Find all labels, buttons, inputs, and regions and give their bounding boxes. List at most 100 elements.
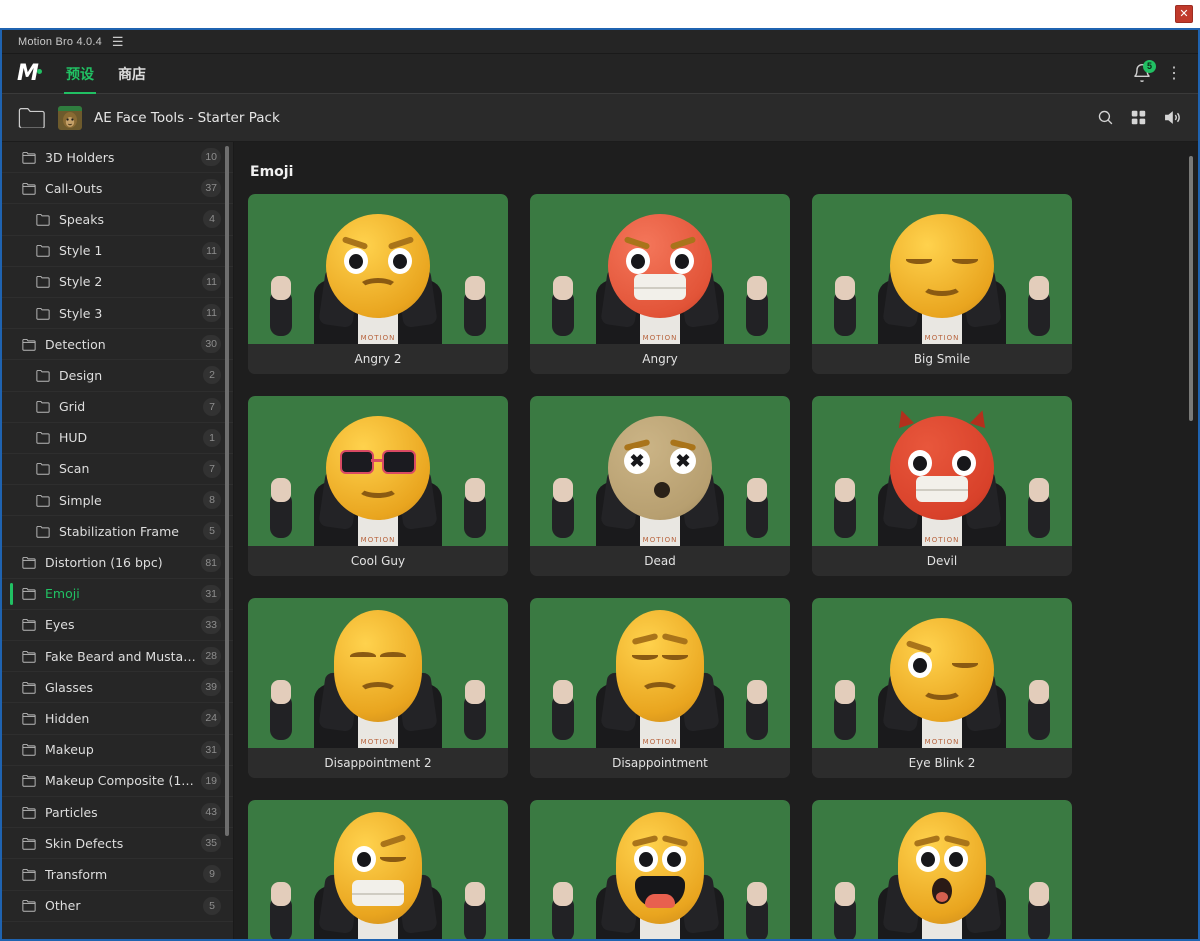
- fist-left: [835, 882, 855, 906]
- shirt-print: MOTION: [360, 738, 396, 746]
- sidebar-item-distortion-16-bpc[interactable]: Distortion (16 bpc) 81: [2, 547, 233, 579]
- eye-right: [380, 854, 406, 862]
- preset-card[interactable]: MOTION Angry 2: [248, 194, 508, 374]
- sidebar-item-hidden[interactable]: Hidden 24: [2, 703, 233, 735]
- folder-icon: [36, 213, 50, 226]
- preset-thumbnail[interactable]: MOTION: [530, 598, 790, 748]
- tab-store-label: 商店: [118, 66, 146, 83]
- sidebar-item-accent: [10, 208, 13, 230]
- sidebar-item-call-outs[interactable]: Call-Outs 37: [2, 173, 233, 205]
- sidebar-item-style-2[interactable]: Style 2 11: [2, 267, 233, 298]
- fist-right: [747, 478, 767, 502]
- sidebar-item-label: Fake Beard and Mustache: [45, 648, 202, 664]
- emoji-head: [326, 416, 430, 520]
- sidebar-item-detection[interactable]: Detection 30: [2, 329, 233, 361]
- preset-thumbnail[interactable]: MOTION: [812, 800, 1072, 939]
- sidebar-item-label: Makeup Composite (16 bpc): [45, 773, 202, 789]
- preset-thumbnail[interactable]: MOTION: [248, 598, 508, 748]
- preset-thumbnail[interactable]: MOTION: [812, 598, 1072, 748]
- sidebar-item-transform[interactable]: Transform 9: [2, 859, 233, 891]
- notifications-button[interactable]: 5: [1132, 59, 1156, 85]
- sidebar-item-accent: [10, 863, 13, 885]
- preset-card[interactable]: MOTION Cool Guy: [248, 396, 508, 576]
- sidebar-item-speaks[interactable]: Speaks 4: [2, 204, 233, 236]
- sound-icon[interactable]: [1163, 108, 1182, 127]
- sidebar-item-hud[interactable]: HUD 1: [2, 423, 233, 454]
- sidebar-item-scan[interactable]: Scan 7: [2, 454, 233, 486]
- sidebar-item-3d-holders[interactable]: 3D Holders 10: [2, 142, 233, 174]
- emoji-head: [334, 812, 422, 924]
- sidebar-scrollbar-track[interactable]: [225, 144, 231, 937]
- close-icon[interactable]: ✕: [1175, 5, 1193, 23]
- preset-thumbnail[interactable]: MOTION: [248, 194, 508, 344]
- sidebar-item-accent: [10, 333, 13, 355]
- preset-thumbnail[interactable]: MOTION: [530, 194, 790, 344]
- sidebar-item-makeup-composite-16-bpc[interactable]: Makeup Composite (16 bpc)19: [2, 766, 233, 797]
- mouth: [357, 478, 399, 498]
- preset-card[interactable]: MOTION Disappointment: [530, 598, 790, 778]
- sidebar-item-grid[interactable]: Grid 7: [2, 392, 233, 423]
- main-scrollbar-thumb[interactable]: [1189, 156, 1193, 421]
- sidebar-item-style-3[interactable]: Style 3 11: [2, 298, 233, 330]
- tab-presets[interactable]: 预设: [54, 54, 106, 94]
- eye-left: [344, 248, 368, 274]
- folder-icon[interactable]: [18, 107, 46, 128]
- more-options-icon[interactable]: ⋮: [1166, 65, 1182, 82]
- sidebar-item-eyes[interactable]: Eyes 33: [2, 610, 233, 641]
- sidebar-item-style-1[interactable]: Style 1 11: [2, 236, 233, 267]
- preset-card[interactable]: MOTION ✖ ✖ Dead: [530, 396, 790, 576]
- preset-card[interactable]: MOTION Angry: [530, 194, 790, 374]
- sidebar-item-accent: [10, 614, 13, 636]
- horn-left-icon: [893, 407, 915, 429]
- green-screen-backdrop: MOTION: [812, 800, 1072, 939]
- sidebar-item-design[interactable]: Design 2: [2, 360, 233, 392]
- sidebar-item-other[interactable]: Other 5: [2, 891, 233, 922]
- green-screen-backdrop: MOTION: [530, 194, 790, 344]
- sidebar-item-stabilization-frame[interactable]: Stabilization Frame 5: [2, 516, 233, 548]
- sidebar-item-accent: [10, 582, 13, 605]
- preset-card[interactable]: MOTION: [812, 800, 1072, 939]
- preset-thumbnail[interactable]: MOTION: [248, 396, 508, 546]
- preset-card[interactable]: MOTION Devil: [812, 396, 1072, 576]
- app-title-strip: Motion Bro 4.0.4 ☰: [2, 30, 1198, 54]
- sidebar-item-skin-defects[interactable]: Skin Defects 35: [2, 828, 233, 860]
- search-icon[interactable]: [1097, 109, 1114, 126]
- grid-view-icon[interactable]: [1130, 109, 1147, 126]
- folder-open-icon: [22, 681, 36, 694]
- green-screen-backdrop: MOTION: [812, 598, 1072, 748]
- eye-left: [908, 652, 932, 678]
- sidebar-item-accent: [10, 551, 13, 573]
- motion-bro-logo-icon[interactable]: M: [2, 62, 54, 85]
- preset-thumbnail[interactable]: MOTION: [530, 800, 790, 939]
- sidebar-item-fake-beard-and-mustache[interactable]: Fake Beard and Mustache 28: [2, 641, 233, 673]
- eye-right: [662, 846, 686, 872]
- sidebar-item-emoji[interactable]: Emoji 31: [2, 579, 233, 610]
- sidebar-item-count: 5: [203, 896, 221, 915]
- sidebar-item-glasses[interactable]: Glasses 39: [2, 672, 233, 704]
- folder-icon: [36, 244, 50, 257]
- preset-card[interactable]: MOTION: [530, 800, 790, 939]
- folder-icon: [36, 275, 50, 289]
- hamburger-menu-icon[interactable]: ☰: [112, 35, 124, 48]
- sidebar-item-makeup[interactable]: Makeup 31: [2, 735, 233, 766]
- preset-card-label: Dead: [530, 546, 790, 576]
- tab-store[interactable]: 商店: [106, 54, 158, 94]
- preset-card[interactable]: MOTION: [248, 800, 508, 939]
- sidebar-scrollbar-thumb[interactable]: [225, 146, 229, 836]
- sidebar-item-label: Style 1: [59, 243, 103, 259]
- sidebar-item-particles[interactable]: Particles 43: [2, 797, 233, 829]
- preset-thumbnail[interactable]: MOTION ✖ ✖: [530, 396, 790, 546]
- preset-card[interactable]: MOTION Big Smile: [812, 194, 1072, 374]
- preset-thumbnail[interactable]: MOTION: [248, 800, 508, 939]
- eye-right: [944, 846, 968, 872]
- sidebar-item-count: 5: [203, 522, 221, 541]
- breadcrumb: AE Face Tools - Starter Pack: [2, 94, 1198, 142]
- preset-card[interactable]: MOTION Eye Blink 2: [812, 598, 1072, 778]
- preset-card[interactable]: MOTION Disappointment 2: [248, 598, 508, 778]
- preset-thumbnail[interactable]: MOTION: [812, 194, 1072, 344]
- preset-thumbnail[interactable]: MOTION: [812, 396, 1072, 546]
- folder-open-icon: [22, 774, 36, 788]
- fist-left: [271, 680, 291, 704]
- pack-thumbnail: [58, 105, 82, 130]
- sidebar-item-simple[interactable]: Simple 8: [2, 485, 233, 517]
